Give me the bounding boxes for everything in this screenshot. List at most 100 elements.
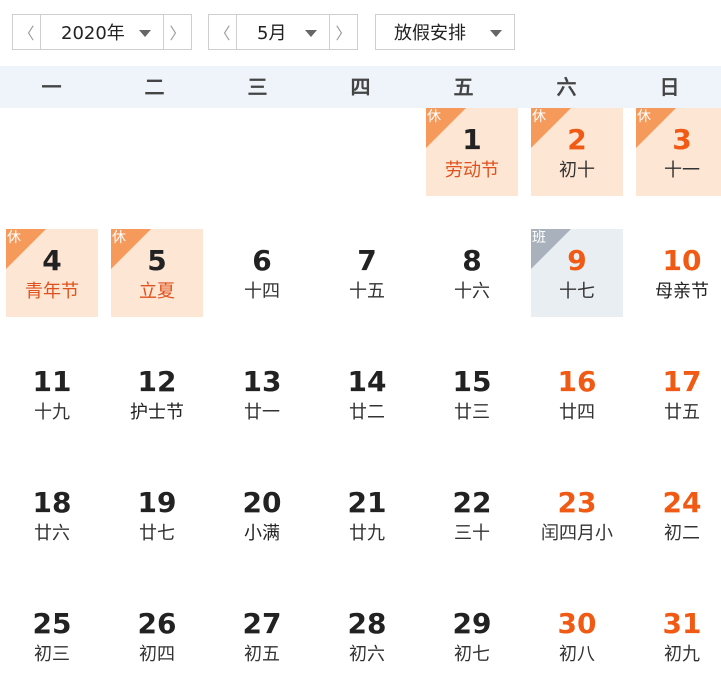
weekday-fri: 五 bbox=[453, 75, 474, 99]
holiday-tag: 休 bbox=[636, 108, 676, 148]
lunar-date: 初十 bbox=[559, 160, 595, 181]
day-number: 20 bbox=[242, 486, 282, 519]
lunar-date: 初二 bbox=[664, 523, 700, 544]
calendar-day[interactable]: 19 廿七 bbox=[111, 471, 203, 559]
lunar-date: 十五 bbox=[349, 281, 385, 302]
day-number: 26 bbox=[137, 607, 177, 640]
calendar-day[interactable]: 27 初五 bbox=[216, 592, 308, 680]
lunar-date: 十四 bbox=[244, 281, 280, 302]
day-number: 27 bbox=[242, 607, 282, 640]
tag-label: 休 bbox=[7, 230, 21, 246]
year-select[interactable]: 2020年 bbox=[40, 14, 164, 50]
calendar-day[interactable]: 15 廿三 bbox=[426, 350, 518, 438]
lunar-date: 护士节 bbox=[130, 402, 184, 423]
lunar-date: 初五 bbox=[244, 644, 280, 665]
calendar-toolbar: 〈 2020年 〉 〈 5月 〉 放假安排 bbox=[0, 0, 721, 66]
calendar-day[interactable]: 17 廿五 bbox=[636, 350, 721, 438]
chevron-right-icon: 〉 bbox=[169, 24, 186, 43]
month-select[interactable]: 5月 bbox=[236, 14, 330, 50]
lunar-date: 劳动节 bbox=[445, 160, 499, 181]
lunar-date: 小满 bbox=[244, 523, 280, 544]
month-value: 5月 bbox=[257, 23, 287, 44]
calendar-day[interactable]: 10 母亲节 bbox=[636, 229, 721, 317]
lunar-date: 十七 bbox=[559, 281, 595, 302]
calendar-day[interactable]: 16 廿四 bbox=[531, 350, 623, 438]
day-number: 28 bbox=[347, 607, 387, 640]
tag-label: 休 bbox=[637, 109, 651, 125]
day-number: 12 bbox=[137, 365, 177, 398]
calendar-day[interactable]: 29 初七 bbox=[426, 592, 518, 680]
tag-label: 休 bbox=[532, 109, 546, 125]
next-year-button[interactable]: 〉 bbox=[164, 14, 192, 50]
calendar-day[interactable]: 28 初六 bbox=[321, 592, 413, 680]
calendar-day[interactable]: 8 十六 bbox=[426, 229, 518, 317]
lunar-date: 闰四月小 bbox=[541, 523, 613, 544]
day-number: 16 bbox=[557, 365, 597, 398]
tag-label: 班 bbox=[532, 230, 546, 246]
holiday-tag: 休 bbox=[6, 229, 46, 269]
holiday-tag: 休 bbox=[531, 108, 571, 148]
lunar-date: 廿一 bbox=[244, 402, 280, 423]
chevron-right-icon: 〉 bbox=[335, 24, 352, 43]
day-number: 25 bbox=[32, 607, 72, 640]
calendar-day[interactable]: 18 廿六 bbox=[6, 471, 98, 559]
calendar-day[interactable]: 7 十五 bbox=[321, 229, 413, 317]
lunar-date: 初七 bbox=[454, 644, 490, 665]
calendar-day[interactable]: 30 初八 bbox=[531, 592, 623, 680]
lunar-date: 廿七 bbox=[139, 523, 175, 544]
calendar-day[interactable]: 22 三十 bbox=[426, 471, 518, 559]
caret-down-icon bbox=[305, 30, 317, 37]
month-selector: 〈 5月 〉 bbox=[208, 14, 358, 50]
weekday-mon: 一 bbox=[41, 75, 62, 99]
prev-month-button[interactable]: 〈 bbox=[208, 14, 236, 50]
holiday-schedule-value: 放假安排 bbox=[394, 23, 466, 44]
day-number: 31 bbox=[662, 607, 702, 640]
holiday-schedule-select[interactable]: 放假安排 bbox=[375, 14, 515, 50]
holiday-tag: 休 bbox=[111, 229, 151, 269]
day-number: 19 bbox=[137, 486, 177, 519]
day-number: 10 bbox=[662, 244, 702, 277]
calendar-day[interactable]: 14 廿二 bbox=[321, 350, 413, 438]
day-number: 13 bbox=[242, 365, 282, 398]
lunar-date: 十六 bbox=[454, 281, 490, 302]
lunar-date: 初八 bbox=[559, 644, 595, 665]
calendar-day[interactable]: 20 小满 bbox=[216, 471, 308, 559]
day-number: 21 bbox=[347, 486, 387, 519]
day-number: 17 bbox=[662, 365, 702, 398]
lunar-date: 立夏 bbox=[139, 281, 175, 302]
calendar-day[interactable]: 休 4 青年节 bbox=[6, 229, 98, 317]
next-month-button[interactable]: 〉 bbox=[330, 14, 358, 50]
prev-year-button[interactable]: 〈 bbox=[12, 14, 40, 50]
calendar-day[interactable]: 休 5 立夏 bbox=[111, 229, 203, 317]
weekday-sun: 日 bbox=[659, 75, 680, 99]
calendar-day[interactable]: 13 廿一 bbox=[216, 350, 308, 438]
calendar-day[interactable]: 21 廿九 bbox=[321, 471, 413, 559]
lunar-date: 廿二 bbox=[349, 402, 385, 423]
weekday-header: 一 二 三 四 五 六 日 bbox=[0, 66, 721, 108]
workday-tag: 班 bbox=[531, 229, 571, 269]
calendar-day[interactable]: 休 1 劳动节 bbox=[426, 108, 518, 196]
calendar-day[interactable]: 31 初九 bbox=[636, 592, 721, 680]
day-number: 23 bbox=[557, 486, 597, 519]
lunar-date: 十一 bbox=[664, 160, 700, 181]
lunar-date: 母亲节 bbox=[655, 281, 709, 302]
calendar-day[interactable]: 25 初三 bbox=[6, 592, 98, 680]
calendar-day[interactable]: 休 2 初十 bbox=[531, 108, 623, 196]
calendar-day[interactable]: 11 十九 bbox=[6, 350, 98, 438]
calendar-day[interactable]: 6 十四 bbox=[216, 229, 308, 317]
lunar-date: 廿三 bbox=[454, 402, 490, 423]
calendar-day[interactable]: 班 9 十七 bbox=[531, 229, 623, 317]
weekday-sat: 六 bbox=[556, 75, 577, 99]
tag-label: 休 bbox=[427, 109, 441, 125]
lunar-date: 十九 bbox=[34, 402, 70, 423]
calendar-day[interactable]: 休 3 十一 bbox=[636, 108, 721, 196]
day-number: 24 bbox=[662, 486, 702, 519]
lunar-date: 三十 bbox=[454, 523, 490, 544]
day-number: 30 bbox=[557, 607, 597, 640]
calendar-day[interactable]: 23 闰四月小 bbox=[531, 471, 623, 559]
calendar-day[interactable]: 26 初四 bbox=[111, 592, 203, 680]
calendar-day[interactable]: 12 护士节 bbox=[111, 350, 203, 438]
calendar-day[interactable]: 24 初二 bbox=[636, 471, 721, 559]
chevron-left-icon: 〈 bbox=[214, 24, 231, 43]
day-number: 15 bbox=[452, 365, 492, 398]
